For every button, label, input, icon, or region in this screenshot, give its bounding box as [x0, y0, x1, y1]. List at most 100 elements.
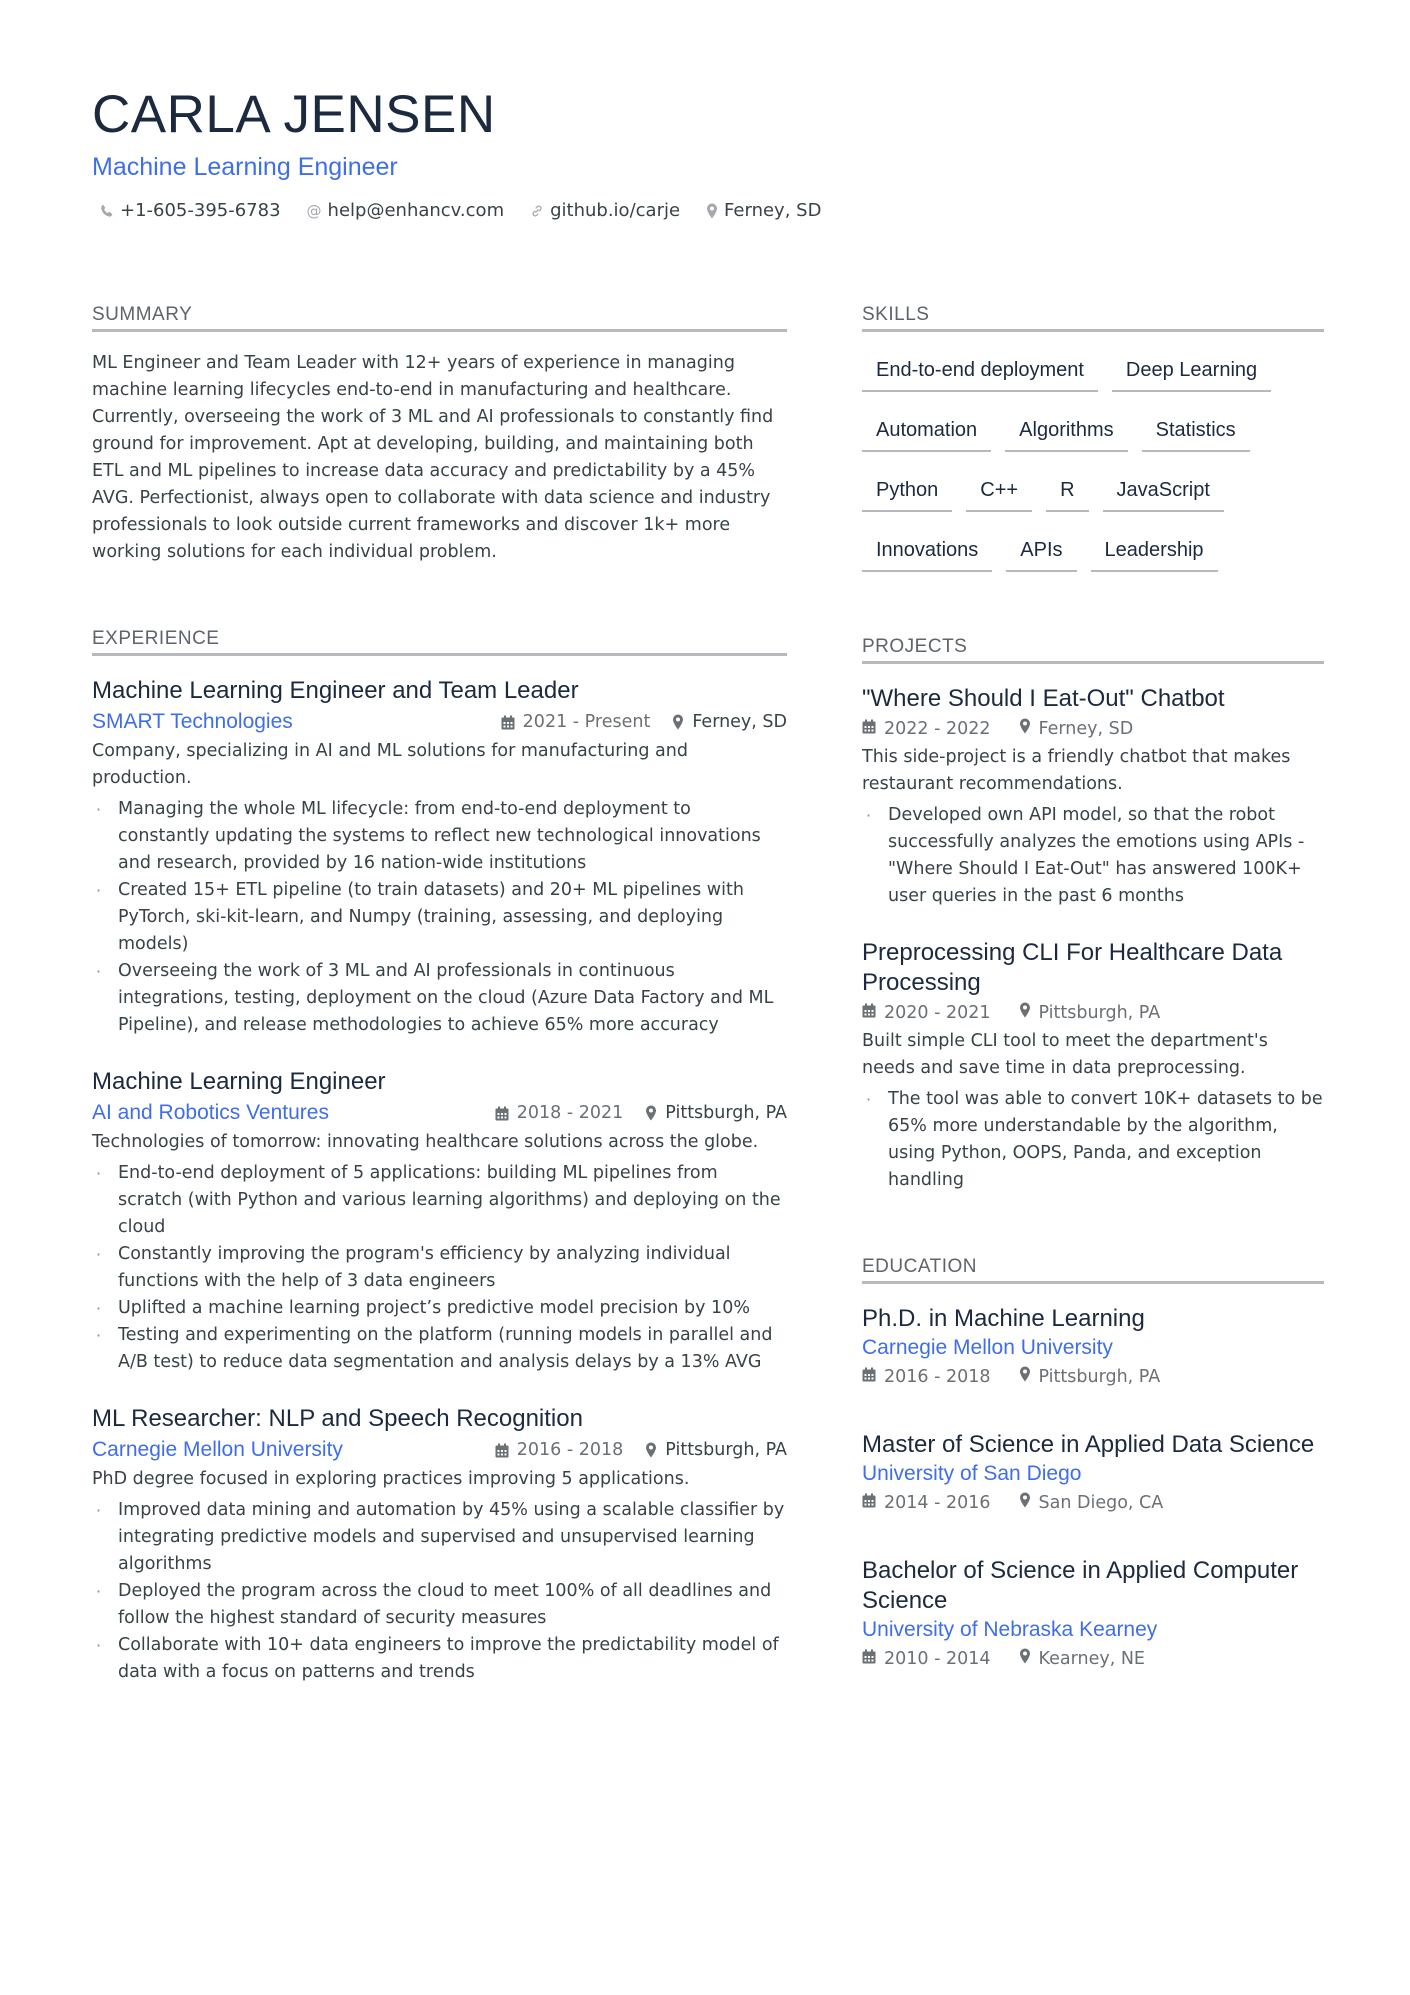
location-icon — [706, 203, 718, 219]
skill-tag: Leadership — [1090, 530, 1218, 572]
experience-item: Machine Learning Engineer AI and Robotic… — [92, 1067, 787, 1376]
degree-title: Ph.D. in Machine Learning — [862, 1305, 1145, 1332]
skill-tag: JavaScript — [1102, 470, 1224, 512]
project-title: "Where Should I Eat-Out" Chatbot — [862, 685, 1225, 712]
bullet-item: Improved data mining and automation by 4… — [92, 1497, 787, 1578]
candidate-name: CARLA JENSEN — [92, 85, 496, 144]
bullet-item: Testing and experimenting on the platfor… — [92, 1322, 787, 1376]
project-bullets: The tool was able to convert 10K+ datase… — [862, 1086, 1324, 1194]
project-location: Ferney, SD — [1019, 716, 1134, 742]
job-location-text: Ferney, SD — [692, 712, 787, 732]
job-location: Pittsburgh, PA — [645, 1437, 787, 1463]
job-bullets: Improved data mining and automation by 4… — [92, 1497, 787, 1686]
location-icon — [1019, 1364, 1031, 1390]
project-bullets: Developed own API model, so that the rob… — [862, 802, 1324, 910]
skills-list: End-to-end deployment Deep Learning Auto… — [862, 350, 1324, 590]
projects-section: PROJECTS "Where Should I Eat-Out" Chatbo… — [862, 636, 1324, 1194]
summary-text: ML Engineer and Team Leader with 12+ yea… — [92, 353, 774, 562]
skill-tag: R — [1046, 470, 1089, 512]
education-item: Bachelor of Science in Applied Computer … — [862, 1556, 1324, 1672]
education-location-text: Kearney, NE — [1038, 1649, 1145, 1669]
project-location: Pittsburgh, PA — [1019, 1000, 1161, 1026]
bullet-item: Developed own API model, so that the rob… — [862, 802, 1324, 910]
contact-phone[interactable]: +1-605-395-6783 — [100, 198, 281, 224]
education-section: EDUCATION Ph.D. in Machine Learning Carn… — [862, 1256, 1324, 1672]
job-dates-text: 2021 - Present — [522, 712, 651, 732]
calendar-icon — [862, 716, 876, 742]
degree-title: Bachelor of Science in Applied Computer … — [862, 1557, 1299, 1614]
contact-email-text: help@enhancv.com — [327, 200, 505, 221]
calendar-icon — [495, 1106, 509, 1121]
skill-tag: Python — [862, 470, 953, 512]
at-icon: @ — [306, 202, 322, 220]
job-location: Pittsburgh, PA — [645, 1100, 787, 1126]
location-icon — [645, 1105, 657, 1121]
education-location-text: Pittsburgh, PA — [1038, 1367, 1161, 1387]
calendar-icon — [862, 1490, 876, 1516]
projects-heading: PROJECTS — [862, 636, 1324, 664]
bullet-item: The tool was able to convert 10K+ datase… — [862, 1086, 1324, 1194]
skills-section: SKILLS End-to-end deployment Deep Learni… — [862, 304, 1324, 590]
contact-link[interactable]: github.io/carje — [530, 198, 680, 224]
contact-location: Ferney, SD — [706, 198, 821, 224]
education-location: Kearney, NE — [1019, 1646, 1145, 1672]
calendar-icon — [501, 715, 515, 730]
project-item: Preprocessing CLI For Healthcare Data Pr… — [862, 938, 1324, 1194]
location-icon — [1019, 1646, 1031, 1672]
job-location: Ferney, SD — [672, 709, 787, 735]
education-location: San Diego, CA — [1019, 1490, 1164, 1516]
job-dates: 2016 - 2018 — [495, 1437, 623, 1463]
project-description: Built simple CLI tool to meet the depart… — [862, 1031, 1268, 1078]
education-location-text: San Diego, CA — [1038, 1493, 1164, 1513]
project-dates-text: 2022 - 2022 — [884, 719, 991, 739]
project-meta: 2020 - 2021 Pittsburgh, PA — [862, 1000, 1324, 1026]
education-dates-text: 2016 - 2018 — [884, 1367, 991, 1387]
school-name[interactable]: Carnegie Mellon University — [862, 1334, 1324, 1362]
skills-heading: SKILLS — [862, 304, 1324, 332]
job-description: PhD degree focused in exploring practice… — [92, 1469, 690, 1489]
contact-email[interactable]: @ help@enhancv.com — [307, 198, 505, 224]
job-meta-row: SMART Technologies 2021 - Present Ferney… — [92, 708, 787, 736]
experience-heading: EXPERIENCE — [92, 628, 787, 656]
company-name[interactable]: SMART Technologies — [92, 708, 293, 736]
project-dates: 2022 - 2022 — [862, 716, 991, 742]
job-dates-text: 2018 - 2021 — [516, 1103, 624, 1123]
location-icon — [672, 714, 684, 730]
education-meta: 2010 - 2014 Kearney, NE — [862, 1646, 1324, 1672]
contact-phone-text: +1-605-395-6783 — [120, 200, 281, 221]
job-location-text: Pittsburgh, PA — [665, 1103, 787, 1123]
company-name[interactable]: Carnegie Mellon University — [92, 1436, 343, 1464]
summary-section: SUMMARY ML Engineer and Team Leader with… — [92, 304, 787, 566]
project-location-text: Pittsburgh, PA — [1038, 1003, 1161, 1023]
degree-title: Master of Science in Applied Data Scienc… — [862, 1431, 1315, 1458]
job-dates: 2018 - 2021 — [495, 1100, 624, 1126]
skill-tag: Innovations — [862, 530, 993, 572]
link-icon — [530, 204, 544, 218]
skill-tag: End-to-end deployment — [862, 350, 1098, 392]
project-item: "Where Should I Eat-Out" Chatbot 2022 - … — [862, 684, 1324, 910]
company-name[interactable]: AI and Robotics Ventures — [92, 1099, 329, 1127]
job-description: Technologies of tomorrow: innovating hea… — [92, 1132, 759, 1152]
job-meta-row: Carnegie Mellon University 2016 - 2018 P… — [92, 1436, 787, 1464]
left-column: SUMMARY ML Engineer and Team Leader with… — [92, 304, 787, 1686]
project-description: This side-project is a friendly chatbot … — [862, 747, 1291, 794]
education-location: Pittsburgh, PA — [1019, 1364, 1161, 1390]
experience-item: Machine Learning Engineer and Team Leade… — [92, 676, 787, 1039]
project-dates: 2020 - 2021 — [862, 1000, 991, 1026]
school-name[interactable]: University of San Diego — [862, 1460, 1324, 1488]
summary-heading: SUMMARY — [92, 304, 787, 332]
project-location-text: Ferney, SD — [1038, 719, 1134, 739]
education-heading: EDUCATION — [862, 1256, 1324, 1284]
skill-tag: Algorithms — [1005, 410, 1128, 452]
school-name[interactable]: University of Nebraska Kearney — [862, 1616, 1324, 1644]
location-icon — [1019, 1000, 1031, 1026]
job-meta-row: AI and Robotics Ventures 2018 - 2021 Pit… — [92, 1099, 787, 1127]
education-meta: 2014 - 2016 San Diego, CA — [862, 1490, 1324, 1516]
bullet-item: Deployed the program across the cloud to… — [92, 1578, 787, 1632]
job-meta: 2016 - 2018 Pittsburgh, PA — [495, 1437, 787, 1463]
education-item: Ph.D. in Machine Learning Carnegie Mello… — [862, 1304, 1324, 1390]
bullet-item: Created 15+ ETL pipeline (to train datas… — [92, 877, 787, 958]
job-title: Machine Learning Engineer — [92, 1068, 386, 1095]
job-dates: 2021 - Present — [501, 709, 651, 735]
contact-link-text: github.io/carje — [550, 200, 681, 221]
